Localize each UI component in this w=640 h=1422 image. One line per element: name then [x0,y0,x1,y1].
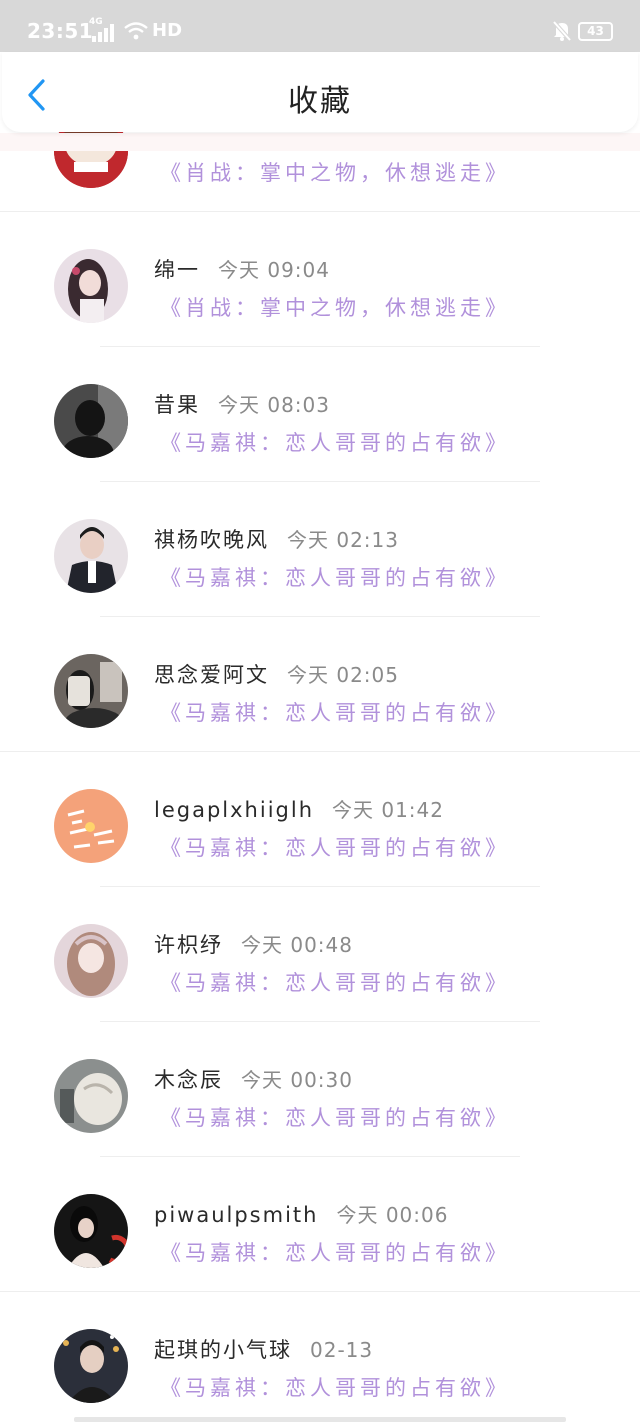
battery-icon: 43 [578,22,613,41]
work-title[interactable]: 《马嘉祺：恋人哥哥的占有欲》 [160,697,510,727]
avatar[interactable] [54,519,128,593]
timestamp: 今天 00:06 [336,1203,449,1227]
timestamp: 今天 00:30 [241,1068,353,1092]
avatar[interactable] [54,249,128,323]
user-name[interactable]: legaplxhiiglh [154,798,314,822]
header-shadow-strip [0,133,640,151]
user-name[interactable]: piwaulpsmith [154,1203,318,1227]
list-item[interactable]: 祺杨吹晚风 今天 02:13 《马嘉祺：恋人哥哥的占有欲》 [0,482,640,617]
timestamp: 今天 00:48 [241,933,353,957]
hd-indicator: HD [152,20,183,41]
avatar[interactable] [54,1194,128,1268]
user-name[interactable]: 木念辰 [154,1068,223,1092]
user-name[interactable]: 绵一 [154,258,200,282]
page-title: 收藏 [288,84,352,119]
work-title[interactable]: 《肖战：掌中之物，休想逃走》 [160,157,510,187]
work-title[interactable]: 《马嘉祺：恋人哥哥的占有欲》 [160,1237,510,1267]
list-item[interactable]: 思念爱阿文 今天 02:05 《马嘉祺：恋人哥哥的占有欲》 [0,617,640,752]
timestamp: 今天 09:04 [218,258,330,282]
avatar[interactable] [54,384,128,458]
wifi-icon [124,22,148,40]
status-time: 23:51 [27,19,94,43]
list-item[interactable]: 木念辰 今天 00:30 《马嘉祺：恋人哥哥的占有欲》 [0,1022,640,1157]
user-name[interactable]: 许枳纾 [154,933,223,957]
status-bar: 23:51 4G HD 43 [0,0,640,52]
user-name[interactable]: 祺杨吹晚风 [154,528,269,552]
work-title[interactable]: 《马嘉祺：恋人哥哥的占有欲》 [160,1102,510,1132]
avatar[interactable] [54,654,128,728]
timestamp: 今天 01:42 [332,798,444,822]
avatar[interactable] [54,924,128,998]
timestamp: 02-13 [310,1338,374,1362]
user-name[interactable]: 起琪的小气球 [154,1338,292,1362]
mute-bell-icon [552,20,572,42]
work-title[interactable]: 《马嘉祺：恋人哥哥的占有欲》 [160,427,510,457]
list-item[interactable]: 昔果 今天 08:03 《马嘉祺：恋人哥哥的占有欲》 [0,347,640,482]
list-item[interactable]: piwaulpsmith 今天 00:06 《马嘉祺：恋人哥哥的占有欲》 [0,1157,640,1292]
list-item[interactable]: legaplxhiiglh 今天 01:42 《马嘉祺：恋人哥哥的占有欲》 [0,752,640,887]
avatar[interactable] [54,1329,128,1403]
list-item[interactable]: 起琪的小气球 02-13 《马嘉祺：恋人哥哥的占有欲》 [0,1292,640,1422]
user-name[interactable]: 昔果 [154,393,200,417]
home-indicator[interactable] [74,1417,566,1422]
work-title[interactable]: 《马嘉祺：恋人哥哥的占有欲》 [160,967,510,997]
timestamp: 今天 02:05 [287,663,399,687]
user-name[interactable]: 思念爱阿文 [154,663,269,687]
work-title[interactable]: 《马嘉祺：恋人哥哥的占有欲》 [160,1372,510,1402]
timestamp: 今天 08:03 [218,393,330,417]
battery-level: 43 [587,24,604,38]
timestamp: 今天 02:13 [287,528,399,552]
avatar[interactable] [54,789,128,863]
work-title[interactable]: 《马嘉祺：恋人哥哥的占有欲》 [160,562,510,592]
list-item[interactable]: 许枳纾 今天 00:48 《马嘉祺：恋人哥哥的占有欲》 [0,887,640,1022]
navigation-header: 收藏 [2,52,638,132]
work-title[interactable]: 《肖战：掌中之物，休想逃走》 [160,292,510,322]
list-item[interactable]: 绵一 今天 09:04 《肖战：掌中之物，休想逃走》 [0,212,640,347]
work-title[interactable]: 《马嘉祺：恋人哥哥的占有欲》 [160,832,510,862]
avatar[interactable] [54,1059,128,1133]
